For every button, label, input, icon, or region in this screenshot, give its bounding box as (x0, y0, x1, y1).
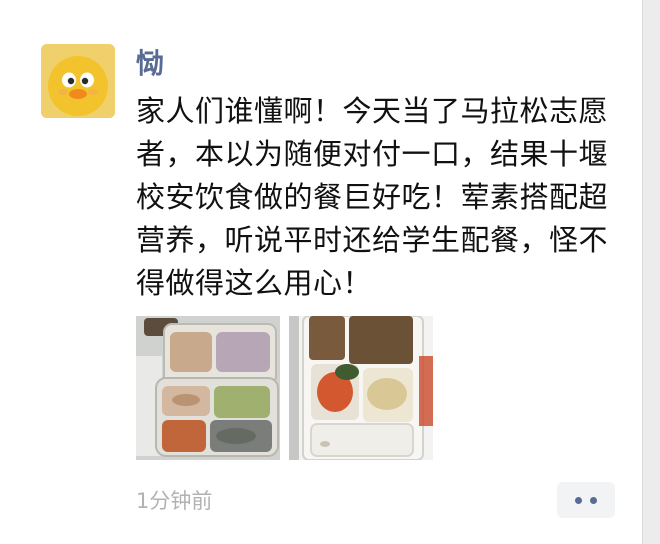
more-dots-icon (575, 496, 582, 504)
more-options-button[interactable] (557, 482, 615, 518)
photo-lunch-box-2[interactable] (289, 316, 433, 460)
duck-avatar-icon (41, 44, 115, 118)
moment-card: 恸 家人们谁懂啊！今天当了马拉松志愿者，本以为随便对付一口，结果十堰校安饮食做的… (0, 0, 643, 544)
post-text: 家人们谁懂啊！今天当了马拉松志愿者，本以为随便对付一口，结果十堰校安饮食做的餐巨… (136, 94, 609, 300)
photo-lunch-box-1[interactable] (136, 316, 280, 460)
more-dots-icon (590, 496, 597, 504)
post-timestamp: 1分钟前 (136, 489, 213, 513)
avatar[interactable] (41, 44, 115, 118)
username[interactable]: 恸 (136, 44, 164, 84)
